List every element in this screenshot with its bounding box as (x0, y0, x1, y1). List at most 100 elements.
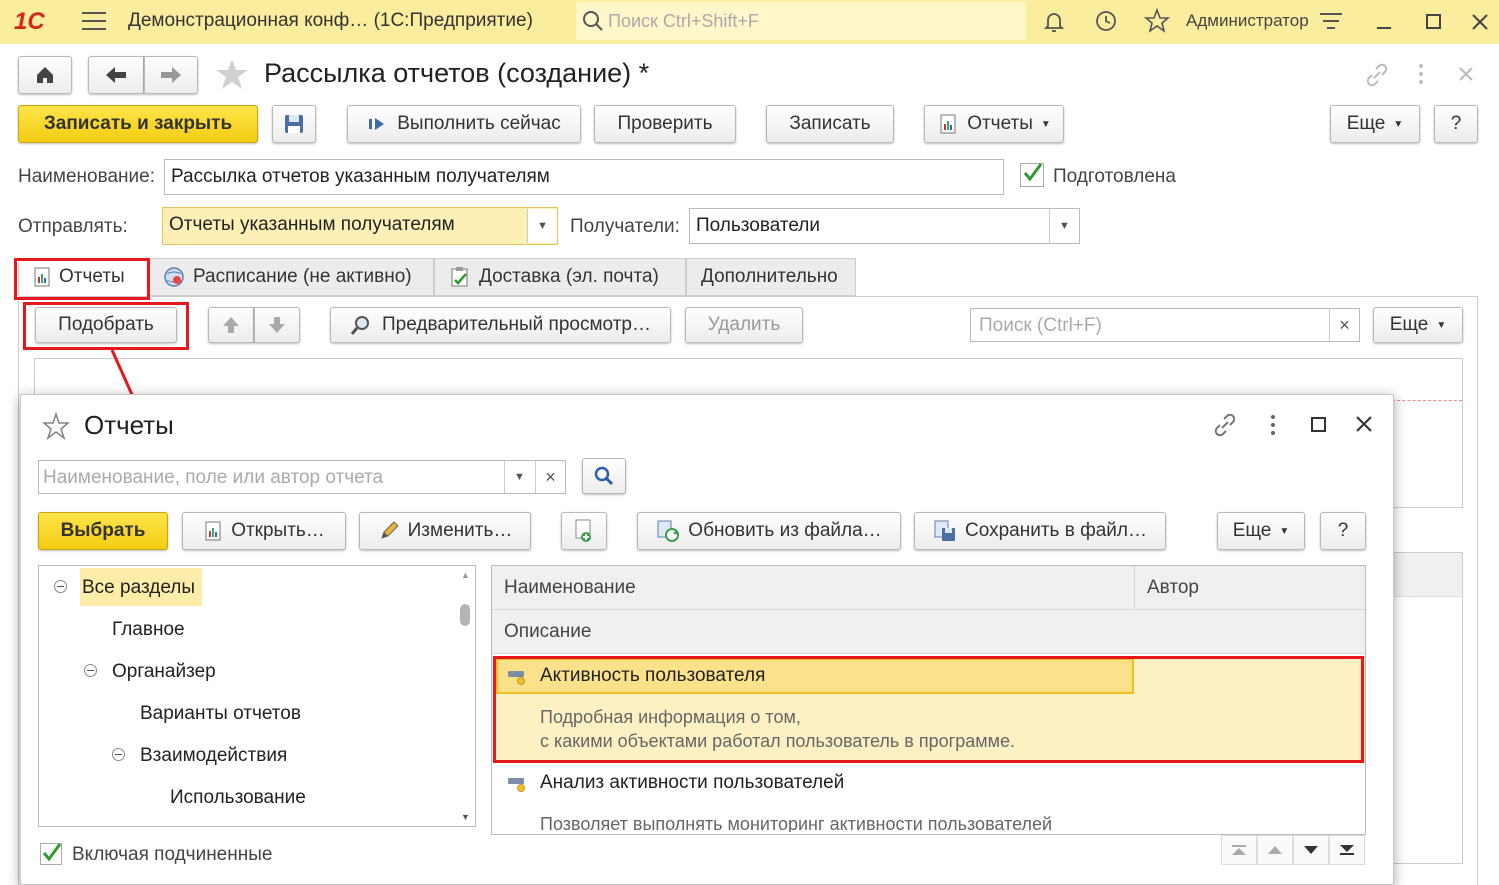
dialog-more-button[interactable]: Еще ▼ (1217, 512, 1305, 550)
add-button[interactable] (561, 512, 607, 550)
bell-icon[interactable] (1042, 9, 1066, 33)
column-description[interactable]: Описание (504, 621, 591, 643)
column-author[interactable]: Автор (1147, 577, 1199, 599)
update-from-file-button[interactable]: Обновить из файла… (637, 512, 901, 550)
link-icon[interactable] (1364, 62, 1390, 88)
column-name[interactable]: Наименование (504, 577, 636, 599)
link-icon[interactable] (1212, 412, 1238, 438)
tree-scrollbar[interactable]: ▲ ▼ (459, 570, 471, 822)
dialog-help-button[interactable]: ? (1320, 512, 1366, 550)
favorite-star-icon[interactable] (42, 412, 70, 440)
save-to-file-button[interactable]: Сохранить в файл… (914, 512, 1166, 550)
run-now-button[interactable]: Выполнить сейчас (347, 105, 581, 143)
dialog-search-button[interactable] (582, 458, 626, 494)
scroll-down-icon[interactable]: ▼ (461, 812, 470, 822)
arrow-right-icon (161, 67, 181, 83)
tab-additional[interactable]: Дополнительно (686, 258, 856, 296)
global-search-input[interactable]: Поиск Ctrl+Shift+F (576, 2, 1026, 40)
home-button[interactable] (18, 56, 72, 94)
scroll-down-button[interactable] (1293, 835, 1329, 865)
send-select[interactable]: Отчеты указанным получателям ▼ (162, 207, 558, 245)
open-button[interactable]: Открыть… (182, 512, 346, 550)
search-icon (583, 11, 603, 31)
maximize-icon[interactable] (1424, 12, 1444, 32)
highlight-selected-report (493, 656, 1364, 763)
maximize-icon[interactable] (1310, 416, 1328, 434)
row-2-name[interactable]: Анализ активности пользователей (540, 772, 844, 794)
collapse-icon[interactable] (112, 748, 125, 761)
scroll-up-button[interactable] (1257, 835, 1293, 865)
edit-button[interactable]: Изменить… (359, 512, 531, 550)
form-title: Рассылка отчетов (создание) * (264, 58, 650, 88)
chevron-down-icon[interactable]: ▼ (527, 209, 557, 243)
star-icon[interactable] (1144, 8, 1170, 34)
search-icon (594, 466, 614, 486)
minimize-icon[interactable] (1374, 12, 1394, 32)
list-search-input[interactable]: Поиск (Ctrl+F) × (970, 308, 1360, 342)
check-button[interactable]: Проверить (594, 105, 736, 143)
tree-item-interactions[interactable]: Взаимодействия (140, 745, 287, 767)
collapse-icon[interactable] (84, 664, 97, 677)
collapse-icon[interactable] (54, 580, 67, 593)
scroll-top-icon (1232, 845, 1246, 855)
write-button[interactable]: Записать (766, 105, 894, 143)
secondary-list (1392, 552, 1463, 864)
close-form-icon[interactable] (1458, 66, 1474, 82)
scroll-up-icon[interactable]: ▲ (461, 570, 470, 580)
name-label: Наименование: (18, 166, 155, 187)
dialog-search-input[interactable]: Наименование, поле или автор отчета ▼ × (38, 460, 566, 494)
forward-button[interactable] (144, 56, 198, 94)
more-vertical-icon[interactable] (1412, 62, 1430, 86)
app-logo: 1С (14, 8, 45, 35)
more-vertical-icon[interactable] (1264, 413, 1282, 437)
close-window-icon[interactable] (1470, 12, 1490, 32)
include-subordinate-checkbox[interactable] (40, 843, 62, 865)
list-more-button[interactable]: Еще ▼ (1373, 307, 1463, 343)
tab-delivery[interactable]: Доставка (эл. почта) (434, 258, 686, 296)
scroll-bottom-button[interactable] (1329, 835, 1365, 865)
favorite-star-icon[interactable] (214, 56, 250, 92)
scroll-top-button[interactable] (1221, 835, 1257, 865)
clear-icon[interactable]: × (1329, 309, 1359, 341)
report-doc-icon (940, 114, 956, 134)
list-more-label: Еще (1389, 314, 1429, 335)
reports-dropdown-button[interactable]: Отчеты ▼ (924, 105, 1064, 143)
tab-schedule[interactable]: Расписание (не активно) (148, 258, 434, 296)
more-label: Еще (1346, 113, 1386, 134)
open-label: Открыть… (231, 520, 325, 541)
tree-item-organizer[interactable]: Органайзер (112, 661, 216, 683)
save-file-icon (934, 520, 956, 541)
more-button[interactable]: Еще ▼ (1330, 105, 1420, 143)
recipients-select[interactable]: Пользователи ▼ (689, 208, 1080, 244)
save-button[interactable] (272, 105, 316, 143)
move-up-button[interactable] (208, 307, 254, 343)
chevron-down-icon[interactable]: ▼ (1049, 209, 1079, 243)
app-title: Демонстрационная конф… (1С:Предприятие) (128, 10, 533, 31)
name-input[interactable]: Рассылка отчетов указанным получателям (164, 159, 1004, 195)
tree-item-report-variants[interactable]: Варианты отчетов (140, 703, 301, 725)
file-refresh-icon (657, 520, 680, 542)
history-icon[interactable] (1093, 8, 1119, 34)
tree-item-main[interactable]: Главное (112, 619, 185, 641)
close-dialog-icon[interactable] (1355, 415, 1373, 433)
prepared-checkbox[interactable] (1020, 163, 1044, 187)
help-button[interactable]: ? (1434, 105, 1478, 143)
preview-button[interactable]: Предварительный просмотр… (330, 307, 671, 343)
back-button[interactable] (88, 56, 144, 94)
column-divider (1134, 566, 1135, 610)
highlight-pick-button (23, 302, 189, 350)
move-down-button[interactable] (254, 307, 300, 343)
checkmark-icon (1023, 163, 1043, 182)
chevron-down-icon[interactable]: ▼ (504, 461, 534, 493)
write-and-close-button[interactable]: Записать и закрыть (18, 105, 258, 143)
scroll-thumb[interactable] (460, 604, 470, 626)
tree-item-usage[interactable]: Использование (170, 787, 306, 809)
clear-icon[interactable]: × (535, 461, 565, 493)
select-button[interactable]: Выбрать (38, 512, 168, 550)
top-bar: 1С Демонстрационная конф… (1С:Предприяти… (0, 0, 1499, 44)
menu-icon[interactable] (82, 12, 106, 30)
tree-item-all-sections[interactable]: Все разделы (82, 577, 195, 599)
user-name[interactable]: Администратор (1186, 11, 1309, 31)
settings-menu-icon[interactable] (1318, 10, 1344, 34)
delete-button[interactable]: Удалить (685, 307, 803, 343)
